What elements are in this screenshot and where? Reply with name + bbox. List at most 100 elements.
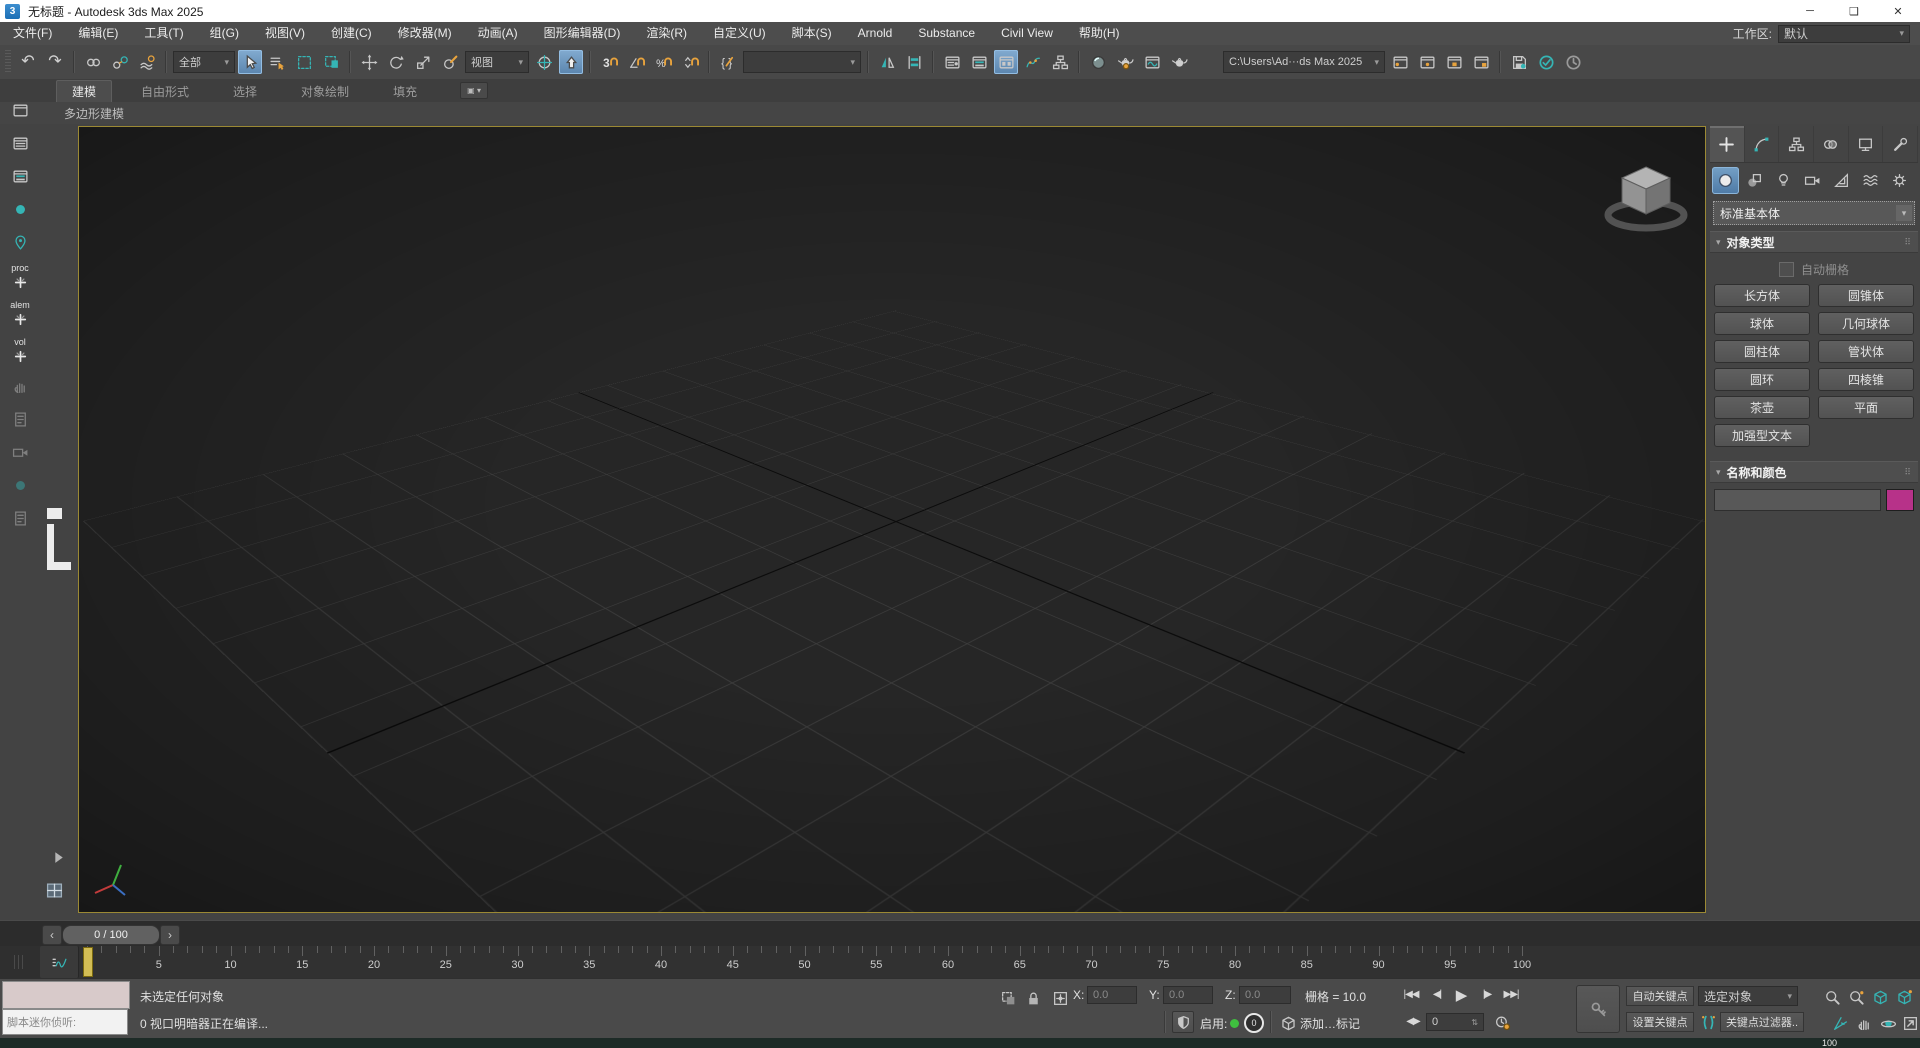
isolate-selection-icon[interactable] — [996, 986, 1020, 1010]
material-editor-icon[interactable] — [1086, 50, 1110, 74]
selection-filter-dropdown[interactable]: 全部▾ — [173, 51, 235, 73]
menu-item-12[interactable]: 脚本(S) — [779, 22, 845, 45]
menu-item-15[interactable]: Civil View — [988, 22, 1066, 45]
zoom-extents-all-icon[interactable] — [1892, 985, 1916, 1009]
primitive-button-7[interactable]: 圆环 — [1714, 368, 1810, 391]
save-scene-icon[interactable] — [1507, 50, 1531, 74]
dock-scene-explorer-icon[interactable] — [7, 131, 33, 155]
tab-对象绘制[interactable]: 对象绘制 — [286, 81, 364, 102]
key-filters-button[interactable]: 关键点过滤器.. — [1720, 1012, 1804, 1032]
primitive-button-10[interactable]: 平面 — [1818, 396, 1914, 419]
menu-item-9[interactable]: 图形编辑器(D) — [531, 22, 634, 45]
select-and-link-icon[interactable] — [81, 50, 105, 74]
rectangular-selection-region-icon[interactable] — [292, 50, 316, 74]
category-helpers[interactable] — [1828, 167, 1855, 194]
pan-hand-icon[interactable] — [1852, 1011, 1876, 1035]
previous-frame-button[interactable]: ‹ — [42, 925, 62, 945]
primitive-button-6[interactable]: 管状体 — [1818, 340, 1914, 363]
auto-key-button[interactable]: 自动关键点 — [1626, 986, 1694, 1006]
open-container-icon[interactable] — [1442, 50, 1466, 74]
dock-hand-icon[interactable] — [7, 374, 33, 398]
x-coordinate-field[interactable]: 0.0 — [1087, 986, 1137, 1004]
select-by-name-icon[interactable] — [265, 50, 289, 74]
scene-converter-check-icon[interactable] — [1534, 50, 1558, 74]
menu-item-16[interactable]: 帮助(H) — [1066, 22, 1133, 45]
tab-填充[interactable]: 填充 — [378, 81, 432, 102]
dock-vol-button[interactable]: vol — [7, 337, 33, 365]
select-and-move-icon[interactable] — [357, 50, 381, 74]
play-button[interactable]: ▶ — [1450, 986, 1472, 1004]
bind-to-space-warp-icon[interactable] — [135, 50, 159, 74]
panel-tab-motion[interactable] — [1814, 126, 1849, 162]
z-coordinate-field[interactable]: 0.0 — [1239, 986, 1291, 1004]
dock-pin-icon[interactable] — [7, 230, 33, 254]
toggle-layer-explorer-icon[interactable] — [967, 50, 991, 74]
tab-建模[interactable]: 建模 — [56, 80, 112, 102]
menu-item-14[interactable]: Substance — [905, 22, 988, 45]
redo-icon[interactable]: ↷ — [43, 50, 67, 74]
time-slider-marker[interactable] — [83, 947, 93, 977]
panel-tab-hierarchy[interactable] — [1779, 126, 1814, 162]
view-cube[interactable] — [1591, 149, 1701, 245]
select-and-scale-icon[interactable] — [411, 50, 435, 74]
menu-item-6[interactable]: 创建(C) — [318, 22, 385, 45]
menu-item-7[interactable]: 修改器(M) — [385, 22, 465, 45]
dock-page2-icon[interactable] — [7, 506, 33, 530]
select-and-rotate-icon[interactable] — [384, 50, 408, 74]
primitive-button-5[interactable]: 圆柱体 — [1714, 340, 1810, 363]
selection-lock-icon[interactable] — [1021, 986, 1045, 1010]
minimize-button[interactable]: ─ — [1788, 0, 1832, 22]
next-frame-button[interactable]: › — [160, 925, 180, 945]
workspace-dropdown[interactable]: 默认 ▾ — [1778, 25, 1910, 43]
tab-选择[interactable]: 选择 — [218, 81, 272, 102]
perspective-viewport[interactable] — [78, 126, 1706, 913]
primitive-button-8[interactable]: 四棱锥 — [1818, 368, 1914, 391]
project-folder-dropdown[interactable]: C:\Users\Ad···ds Max 2025▾ — [1223, 51, 1385, 73]
dock-teal-sphere-icon[interactable] — [7, 197, 33, 221]
use-pivot-point-center-icon[interactable] — [532, 50, 556, 74]
toggle-ribbon-icon[interactable] — [994, 50, 1018, 74]
next-key-button[interactable]: |▶ — [1476, 989, 1498, 1000]
add-time-tag[interactable]: 添加…标记 — [1300, 1015, 1360, 1032]
panel-tab-modify[interactable] — [1745, 126, 1780, 162]
percent-snap-icon[interactable]: % — [651, 50, 675, 74]
absolute-mode-transform-icon[interactable] — [1048, 986, 1072, 1010]
close-button[interactable]: ✕ — [1876, 0, 1920, 22]
select-object-icon[interactable] — [238, 50, 262, 74]
primitive-button-1[interactable]: 长方体 — [1714, 284, 1810, 307]
angle-snap-icon[interactable] — [624, 50, 648, 74]
edit-named-selection-sets-icon[interactable]: { } — [716, 50, 740, 74]
rendered-frame-window-icon[interactable] — [1140, 50, 1164, 74]
category-shapes[interactable] — [1741, 167, 1768, 194]
previous-key-button[interactable]: ◀| — [1426, 989, 1448, 1000]
select-and-manipulate-icon[interactable] — [559, 50, 583, 74]
menu-item-11[interactable]: 自定义(U) — [700, 22, 779, 45]
key-mode-dropdown[interactable]: 选定对象 ▾ — [1698, 986, 1798, 1006]
ribbon-minimize-dropdown[interactable]: ▣ ▾ — [460, 82, 488, 99]
curve-editor-icon[interactable] — [1021, 50, 1045, 74]
maxscript-mini-listener[interactable]: 脚本迷你侦听: — [2, 1009, 128, 1035]
mirror-icon[interactable] — [875, 50, 899, 74]
primitive-button-9[interactable]: 茶壶 — [1714, 396, 1810, 419]
select-and-place-icon[interactable] — [438, 50, 462, 74]
maxscript-mini-listener-pink[interactable] — [2, 981, 130, 1009]
spinner-icon[interactable]: ⇅ — [1471, 1018, 1478, 1027]
dock-page-icon[interactable] — [7, 407, 33, 431]
maximize-viewport-toggle-icon[interactable] — [1898, 1011, 1920, 1035]
track-bar[interactable]: 0510152025303540455055606570758085909510… — [0, 946, 1920, 978]
y-coordinate-field[interactable]: 0.0 — [1163, 986, 1213, 1004]
menu-item-4[interactable]: 组(G) — [197, 22, 252, 45]
zoom-all-icon[interactable] — [1844, 985, 1868, 1009]
zoom-icon[interactable] — [1820, 985, 1844, 1009]
panel-tab-display[interactable] — [1849, 126, 1884, 162]
unlink-selection-icon[interactable] — [108, 50, 132, 74]
undo-icon[interactable]: ↶ — [16, 50, 40, 74]
spinner-snap-icon[interactable] — [678, 50, 702, 74]
category-geometry[interactable] — [1712, 167, 1739, 194]
key-filters-icon[interactable] — [1696, 1010, 1720, 1034]
time-slider-handle[interactable]: 0 / 100 — [62, 925, 160, 945]
menu-item-3[interactable]: 工具(T) — [131, 22, 196, 45]
render-production-icon[interactable] — [1167, 50, 1191, 74]
safe-frames-shield-icon[interactable] — [1172, 1011, 1194, 1033]
cube-icon[interactable] — [1276, 1011, 1300, 1035]
